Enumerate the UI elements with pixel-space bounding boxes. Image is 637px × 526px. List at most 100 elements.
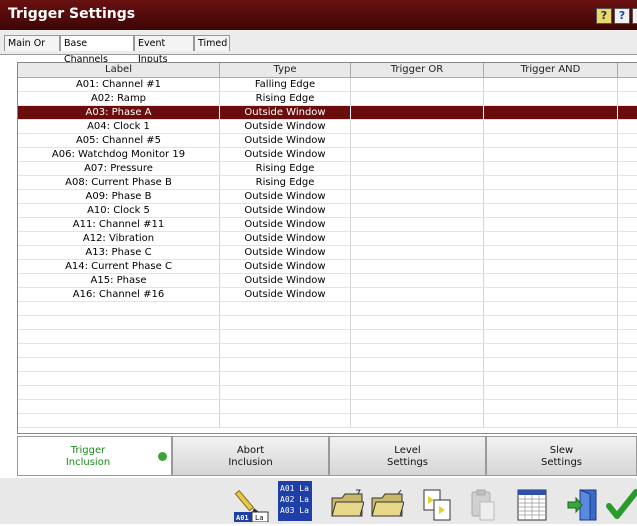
cell-trigger-and[interactable]: [484, 400, 618, 414]
empty-table-row[interactable]: [18, 386, 637, 400]
cell-extra[interactable]: [618, 316, 637, 330]
cell-trigger-and[interactable]: [484, 302, 618, 316]
cell-extra[interactable]: [618, 372, 637, 386]
cell-trigger-or[interactable]: [351, 148, 484, 162]
table-row[interactable]: A06: Watchdog Monitor 19 Outside Window: [18, 148, 637, 162]
cell-trigger-or[interactable]: [351, 400, 484, 414]
cell-extra[interactable]: [618, 106, 637, 120]
table-row[interactable]: A08: Current Phase B Rising Edge: [18, 176, 637, 190]
cell-type[interactable]: [220, 372, 351, 386]
empty-table-row[interactable]: [18, 316, 637, 330]
cell-label[interactable]: A05: Channel #5: [18, 134, 220, 148]
table-row[interactable]: A10: Clock 5 Outside Window: [18, 204, 637, 218]
pencil-label-icon[interactable]: A01 La: [232, 488, 269, 523]
cell-label[interactable]: A06: Watchdog Monitor 19: [18, 148, 220, 162]
cell-trigger-or[interactable]: [351, 218, 484, 232]
cell-type[interactable]: [220, 400, 351, 414]
cell-trigger-or[interactable]: [351, 414, 484, 428]
cell-type[interactable]: [220, 358, 351, 372]
cell-trigger-or[interactable]: [351, 204, 484, 218]
cell-extra[interactable]: [618, 78, 637, 92]
cell-trigger-or[interactable]: [351, 386, 484, 400]
cell-type[interactable]: Outside Window: [220, 148, 351, 162]
cell-extra[interactable]: [618, 386, 637, 400]
empty-table-row[interactable]: [18, 330, 637, 344]
cell-label[interactable]: A01: Channel #1: [18, 78, 220, 92]
cell-type[interactable]: Outside Window: [220, 204, 351, 218]
cell-extra[interactable]: [618, 260, 637, 274]
cell-type[interactable]: [220, 330, 351, 344]
cell-type[interactable]: Rising Edge: [220, 162, 351, 176]
cell-extra[interactable]: [618, 162, 637, 176]
cell-type[interactable]: [220, 386, 351, 400]
column-header-trigger-or[interactable]: Trigger OR: [351, 63, 484, 77]
cell-trigger-and[interactable]: [484, 372, 618, 386]
cell-type[interactable]: Falling Edge: [220, 78, 351, 92]
cell-extra[interactable]: [618, 246, 637, 260]
cell-type[interactable]: Rising Edge: [220, 92, 351, 106]
tab-base-channels[interactable]: Base Channels: [60, 35, 134, 65]
tab-event-inputs[interactable]: Event Inputs: [134, 35, 194, 65]
empty-table-row[interactable]: [18, 302, 637, 316]
cell-trigger-or[interactable]: [351, 162, 484, 176]
cell-extra[interactable]: [618, 190, 637, 204]
cell-trigger-or[interactable]: [351, 288, 484, 302]
cell-type[interactable]: Rising Edge: [220, 176, 351, 190]
cell-trigger-and[interactable]: [484, 92, 618, 106]
cell-type[interactable]: Outside Window: [220, 246, 351, 260]
cell-trigger-or[interactable]: [351, 358, 484, 372]
table-row[interactable]: A02: Ramp Rising Edge: [18, 92, 637, 106]
save-folder-icon[interactable]: [370, 488, 405, 520]
cell-label[interactable]: A02: Ramp: [18, 92, 220, 106]
help-icon[interactable]: ?: [614, 8, 630, 24]
cell-label[interactable]: A04: Clock 1: [18, 120, 220, 134]
cell-label[interactable]: A08: Current Phase B: [18, 176, 220, 190]
cell-trigger-or[interactable]: [351, 78, 484, 92]
empty-table-row[interactable]: [18, 372, 637, 386]
table-row[interactable]: A05: Channel #5 Outside Window: [18, 134, 637, 148]
cell-extra[interactable]: [618, 134, 637, 148]
cell-label[interactable]: A12: Vibration: [18, 232, 220, 246]
cell-label[interactable]: A10: Clock 5: [18, 204, 220, 218]
cell-label[interactable]: [18, 302, 220, 316]
tab-slew-settings[interactable]: Slew Settings: [486, 436, 637, 476]
cell-trigger-and[interactable]: [484, 232, 618, 246]
cell-label[interactable]: [18, 330, 220, 344]
cell-trigger-and[interactable]: [484, 120, 618, 134]
cell-label[interactable]: A11: Channel #11: [18, 218, 220, 232]
cell-extra[interactable]: [618, 92, 637, 106]
table-row[interactable]: A09: Phase B Outside Window: [18, 190, 637, 204]
cell-label[interactable]: A03: Phase A: [18, 106, 220, 120]
table-row[interactable]: A14: Current Phase C Outside Window: [18, 260, 637, 274]
cell-type[interactable]: [220, 344, 351, 358]
cell-trigger-or[interactable]: [351, 274, 484, 288]
cell-extra[interactable]: [618, 302, 637, 316]
cell-type[interactable]: Outside Window: [220, 288, 351, 302]
table-row[interactable]: A11: Channel #11 Outside Window: [18, 218, 637, 232]
tab-trigger-inclusion[interactable]: Trigger Inclusion: [17, 436, 172, 476]
cell-trigger-and[interactable]: [484, 288, 618, 302]
cell-trigger-and[interactable]: [484, 316, 618, 330]
cell-type[interactable]: Outside Window: [220, 232, 351, 246]
cell-trigger-or[interactable]: [351, 344, 484, 358]
cell-type[interactable]: [220, 316, 351, 330]
cell-trigger-and[interactable]: [484, 274, 618, 288]
table-row[interactable]: A16: Channel #16 Outside Window: [18, 288, 637, 302]
cell-extra[interactable]: [618, 358, 637, 372]
cell-extra[interactable]: [618, 218, 637, 232]
cell-trigger-and[interactable]: [484, 190, 618, 204]
cell-extra[interactable]: [618, 288, 637, 302]
copy-icon[interactable]: [420, 488, 452, 521]
cell-trigger-and[interactable]: [484, 162, 618, 176]
cell-extra[interactable]: [618, 120, 637, 134]
cell-trigger-or[interactable]: [351, 372, 484, 386]
cell-label[interactable]: A07: Pressure: [18, 162, 220, 176]
cell-label[interactable]: A14: Current Phase C: [18, 260, 220, 274]
tab-main-or[interactable]: Main Or: [4, 35, 60, 51]
cell-extra[interactable]: [618, 232, 637, 246]
spreadsheet-icon[interactable]: [516, 488, 548, 521]
empty-table-row[interactable]: [18, 358, 637, 372]
exit-door-icon[interactable]: [566, 488, 598, 521]
paste-icon[interactable]: [466, 488, 498, 521]
cell-trigger-or[interactable]: [351, 106, 484, 120]
